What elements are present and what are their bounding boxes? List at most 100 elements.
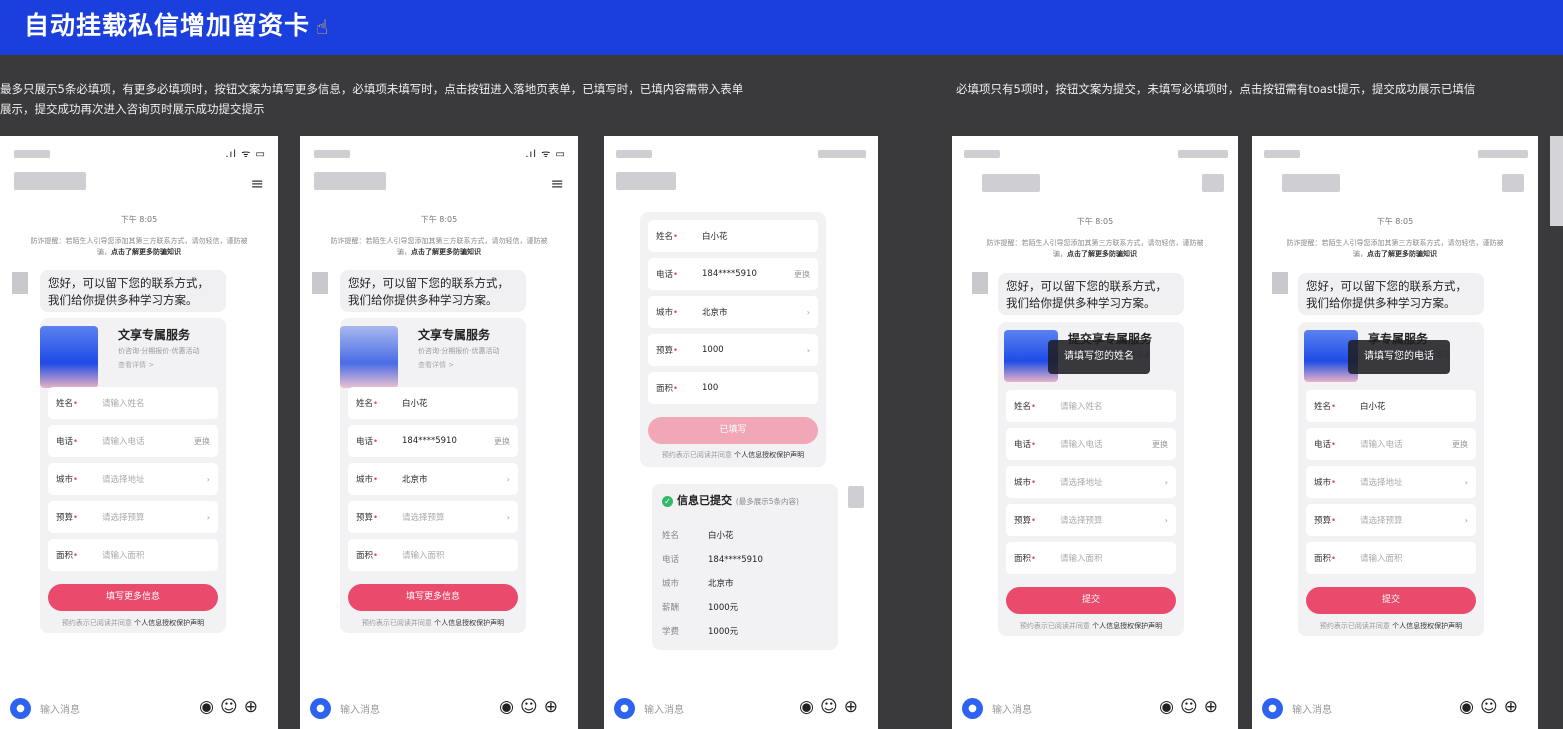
change-button[interactable]: 更换 — [1152, 439, 1168, 450]
submit-button[interactable]: 提交 — [1006, 587, 1176, 614]
camera-icon[interactable]: ● — [310, 698, 331, 719]
voice-icon[interactable]: ◉ — [199, 697, 220, 717]
change-button[interactable]: 更换 — [794, 269, 810, 280]
message-input[interactable]: 输入消息 — [340, 701, 380, 716]
area-input[interactable]: 请输入面积 — [102, 549, 210, 561]
menu-icon[interactable]: ≡ — [251, 174, 264, 193]
plus-icon[interactable]: ⊕ — [844, 697, 864, 717]
form-row-phone[interactable]: 电话• 请输入电话 更换 — [1306, 428, 1476, 460]
service-link[interactable]: 查看详情 > — [418, 360, 454, 370]
plus-icon[interactable]: ⊕ — [544, 697, 564, 717]
form-row-area[interactable]: 面积• 请输入面积 — [48, 539, 218, 571]
area-input[interactable]: 100 — [702, 383, 810, 393]
phone-input[interactable]: 请输入电话 — [1060, 438, 1152, 450]
menu-icon[interactable]: ≡ — [551, 174, 564, 193]
privacy-link[interactable]: 个人信息授权保护声明 — [434, 619, 504, 627]
privacy-link[interactable]: 个人信息授权保护声明 — [1392, 622, 1462, 630]
camera-icon[interactable]: ● — [962, 698, 983, 719]
change-button[interactable]: 更换 — [494, 436, 510, 447]
filled-button[interactable]: 已填写 — [648, 417, 818, 444]
form-row-area[interactable]: 面积• 请输入面积 — [1006, 542, 1176, 574]
phone-input[interactable]: 请输入电话 — [102, 435, 194, 447]
safety-tip-link[interactable]: 点击了解更多防骗知识 — [411, 248, 481, 256]
safety-tip-link[interactable]: 点击了解更多防骗知识 — [1367, 250, 1437, 258]
city-select[interactable]: 北京市 — [402, 473, 507, 485]
message-input[interactable]: 输入消息 — [40, 701, 80, 716]
message-input[interactable]: 输入消息 — [992, 701, 1032, 716]
budget-select[interactable]: 1000 — [702, 345, 807, 355]
form-row-name[interactable]: 姓名• 白小花 — [348, 387, 518, 419]
service-link[interactable]: 查看详情 > — [118, 360, 154, 370]
name-input[interactable]: 白小花 — [402, 397, 510, 409]
form-row-budget[interactable]: 预算• 1000 › — [648, 334, 818, 366]
safety-tip-link[interactable]: 点击了解更多防骗知识 — [111, 248, 181, 256]
emoji-icon[interactable]: ☺ — [220, 697, 244, 717]
form-row-phone[interactable]: 电话• 请输入电话 更换 — [48, 425, 218, 457]
budget-select[interactable]: 请选择预算 — [1060, 514, 1165, 526]
privacy-link[interactable]: 个人信息授权保护声明 — [134, 619, 204, 627]
submit-button[interactable]: 提交 — [1306, 587, 1476, 614]
form-row-area[interactable]: 面积• 100 — [648, 372, 818, 404]
phone-input[interactable]: 请输入电话 — [1360, 438, 1452, 450]
form-row-city[interactable]: 城市• 北京市 › — [648, 296, 818, 328]
form-row-name[interactable]: 姓名• 白小花 — [648, 220, 818, 252]
emoji-icon[interactable]: ☺ — [820, 697, 844, 717]
fill-more-button[interactable]: 填写更多信息 — [348, 584, 518, 611]
form-row-city[interactable]: 城市• 请选择地址 › — [1306, 466, 1476, 498]
camera-icon[interactable]: ● — [614, 698, 635, 719]
plus-icon[interactable]: ⊕ — [1504, 697, 1524, 717]
voice-icon[interactable]: ◉ — [499, 697, 520, 717]
plus-icon[interactable]: ⊕ — [1204, 697, 1224, 717]
form-row-name[interactable]: 姓名• 白小花 — [1306, 390, 1476, 422]
privacy-link[interactable]: 个人信息授权保护声明 — [734, 451, 804, 459]
voice-icon[interactable]: ◉ — [1459, 697, 1480, 717]
greeting-line2: 我们给你提供多种学习方案。 — [48, 293, 198, 307]
camera-icon[interactable]: ● — [1262, 698, 1283, 719]
budget-select[interactable]: 请选择预算 — [1360, 514, 1465, 526]
form-row-city[interactable]: 城市• 请选择地址 › — [48, 463, 218, 495]
name-input[interactable]: 请输入姓名 — [102, 397, 210, 409]
emoji-icon[interactable]: ☺ — [520, 697, 544, 717]
budget-select[interactable]: 请选择预算 — [102, 511, 207, 523]
city-select[interactable]: 请选择地址 — [1360, 476, 1465, 488]
voice-icon[interactable]: ◉ — [1159, 697, 1180, 717]
form-row-area[interactable]: 面积• 请输入面积 — [1306, 542, 1476, 574]
area-input[interactable]: 请输入面积 — [402, 549, 510, 561]
plus-icon[interactable]: ⊕ — [244, 697, 264, 717]
form-row-budget[interactable]: 预算• 请选择预算 › — [48, 501, 218, 533]
name-input[interactable]: 白小花 — [702, 230, 810, 242]
message-input[interactable]: 输入消息 — [644, 701, 684, 716]
form-row-name[interactable]: 姓名• 请输入姓名 — [48, 387, 218, 419]
name-input[interactable]: 请输入姓名 — [1060, 400, 1168, 412]
form-row-phone[interactable]: 电话• 请输入电话 更换 — [1006, 428, 1176, 460]
privacy-link[interactable]: 个人信息授权保护声明 — [1092, 622, 1162, 630]
phone-input[interactable]: 184****5910 — [702, 269, 794, 279]
form-row-name[interactable]: 姓名• 请输入姓名 — [1006, 390, 1176, 422]
fill-more-button[interactable]: 填写更多信息 — [48, 584, 218, 611]
form-row-area[interactable]: 面积• 请输入面积 — [348, 539, 518, 571]
city-select[interactable]: 请选择地址 — [102, 473, 207, 485]
form-row-city[interactable]: 城市• 请选择地址 › — [1006, 466, 1176, 498]
submitted-key: 薪酬 — [662, 603, 680, 613]
phone-input[interactable]: 184****5910 — [402, 436, 494, 446]
message-input[interactable]: 输入消息 — [1292, 701, 1332, 716]
city-select[interactable]: 请选择地址 — [1060, 476, 1165, 488]
form-row-phone[interactable]: 电话• 184****5910 更换 — [348, 425, 518, 457]
name-input[interactable]: 白小花 — [1360, 400, 1468, 412]
area-input[interactable]: 请输入面积 — [1360, 552, 1468, 564]
emoji-icon[interactable]: ☺ — [1180, 697, 1204, 717]
camera-icon[interactable]: ● — [10, 698, 31, 719]
city-select[interactable]: 北京市 — [702, 306, 807, 318]
change-button[interactable]: 更换 — [194, 436, 210, 447]
form-row-budget[interactable]: 预算• 请选择预算 › — [1306, 504, 1476, 536]
safety-tip-link[interactable]: 点击了解更多防骗知识 — [1067, 250, 1137, 258]
emoji-icon[interactable]: ☺ — [1480, 697, 1504, 717]
budget-select[interactable]: 请选择预算 — [402, 511, 507, 523]
change-button[interactable]: 更换 — [1452, 439, 1468, 450]
voice-icon[interactable]: ◉ — [799, 697, 820, 717]
form-row-phone[interactable]: 电话• 184****5910 更换 — [648, 258, 818, 290]
form-row-budget[interactable]: 预算• 请选择预算 › — [1006, 504, 1176, 536]
area-input[interactable]: 请输入面积 — [1060, 552, 1168, 564]
form-row-budget[interactable]: 预算• 请选择预算 › — [348, 501, 518, 533]
form-row-city[interactable]: 城市• 北京市 › — [348, 463, 518, 495]
